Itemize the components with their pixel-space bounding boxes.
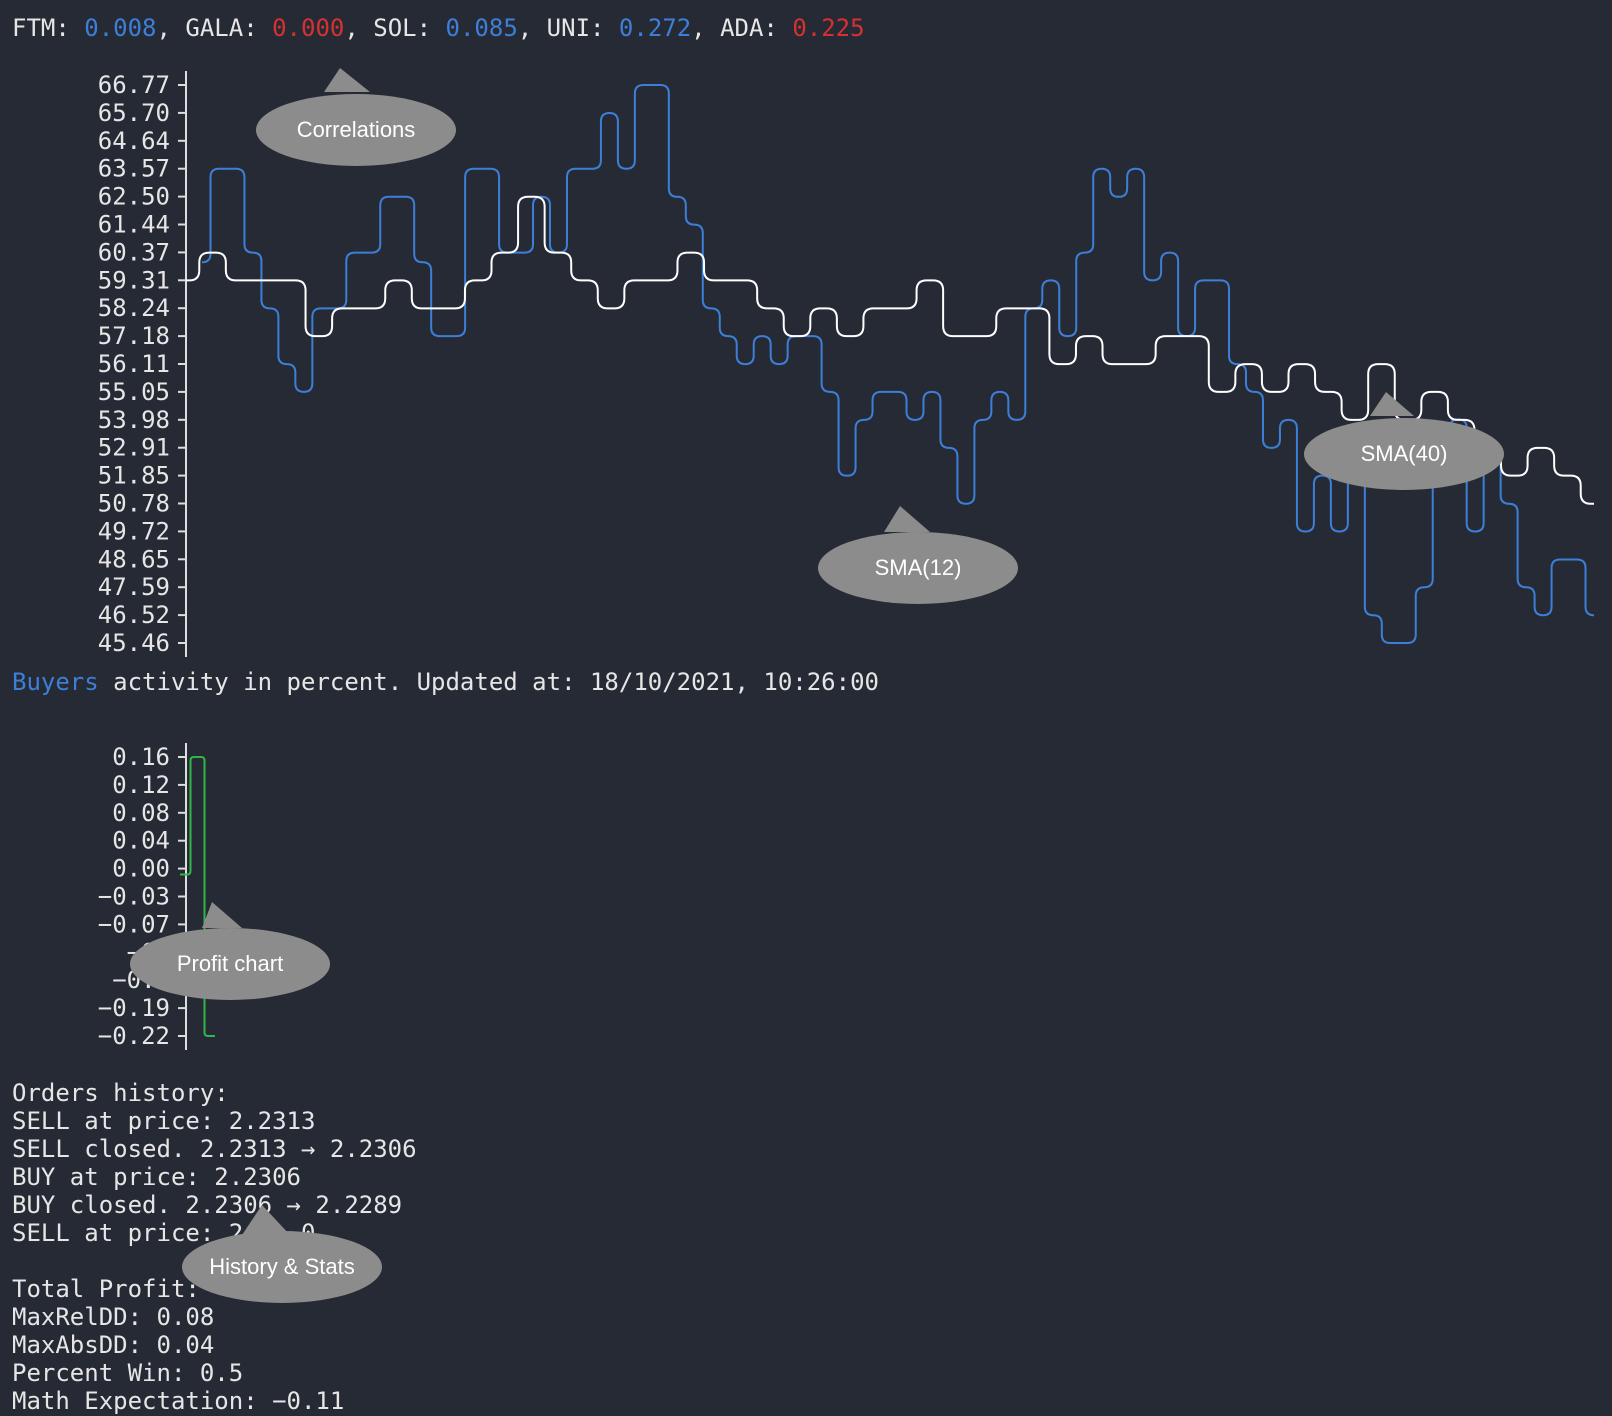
y-tick-label: 47.59 <box>98 573 170 601</box>
y-tick-label: 52.91 <box>98 434 170 462</box>
callout-label: SMA(12) <box>874 555 962 580</box>
y-tick-label: 57.18 <box>98 322 170 350</box>
correlations-callout: Correlations <box>256 68 456 168</box>
terminal-screen: FTM: 0.008, GALA: 0.000, SOL: 0.085, UNI… <box>0 0 1612 1416</box>
y-tick-label: 55.05 <box>98 378 170 406</box>
max-abs-dd: MaxAbsDD: 0.04 <box>12 1331 215 1359</box>
y-tick-label: 0.12 <box>112 771 170 799</box>
y-tick-label: 46.52 <box>98 601 170 629</box>
ticker-symbol: UNI: <box>546 14 619 42</box>
y-tick-label: 60.37 <box>98 238 170 266</box>
y-tick-label: 49.72 <box>98 517 170 545</box>
max-rel-dd: MaxRelDD: 0.08 <box>12 1303 215 1331</box>
ticker-symbol: GALA: <box>185 14 273 42</box>
buyers-activity-text: activity in percent. Updated at: 18/10/2… <box>98 668 879 696</box>
ticker-symbol: ADA: <box>720 14 793 42</box>
y-tick-label: 62.50 <box>98 183 170 211</box>
price-chart: 66.7765.7064.6463.5762.5061.4460.3759.31… <box>98 71 1595 657</box>
y-tick-label: 0.00 <box>112 855 170 883</box>
order-line: SELL closed. 2.2313 → 2.2306 <box>12 1135 417 1163</box>
y-tick-label: 63.57 <box>98 155 170 183</box>
y-tick-label: 48.65 <box>98 545 170 573</box>
ticker-value: 0.225 <box>792 14 865 42</box>
y-tick-label: 59.31 <box>98 266 170 294</box>
y-tick-label: 64.64 <box>98 127 170 155</box>
orders-history-title: Orders history: <box>12 1079 229 1107</box>
buyers-activity-line: Buyers activity in percent. Updated at: … <box>12 668 879 696</box>
callout-label: Profit chart <box>176 951 284 976</box>
correlations-line: FTM: 0.008, GALA: 0.000, SOL: 0.085, UNI… <box>12 14 865 42</box>
y-tick-label: 0.16 <box>112 743 170 771</box>
math-expectation: Math Expectation: −0.11 <box>12 1387 345 1415</box>
y-tick-label: 50.78 <box>98 490 170 518</box>
y-tick-label: 58.24 <box>98 294 170 322</box>
profit-chart: 0.160.120.080.040.00−0.03−0.07−0.−0.1−0.… <box>98 743 215 1050</box>
ticker-value: 0.272 <box>618 14 692 42</box>
ticker-symbol: SOL: <box>373 14 446 42</box>
profit-chart-callout: Profit chart <box>130 902 330 1002</box>
y-tick-label: 61.44 <box>98 211 170 239</box>
buyers-label: Buyers <box>12 668 99 696</box>
ticker-value: 0.008 <box>84 14 157 42</box>
ticker-value: 0.000 <box>272 14 345 42</box>
sma40-callout: SMA(40) <box>1304 392 1504 492</box>
y-tick-label: 0.08 <box>112 799 170 827</box>
total-profit: Total Profit: <box>12 1275 200 1303</box>
order-line: BUY at price: 2.2306 <box>12 1163 301 1191</box>
y-tick-label: 65.70 <box>98 99 170 127</box>
y-tick-label: 0.04 <box>112 827 170 855</box>
y-tick-label: 51.85 <box>98 462 170 490</box>
sma12-callout: SMA(12) <box>818 506 1018 606</box>
ticker-value: 0.085 <box>445 14 518 42</box>
y-tick-label: 66.77 <box>98 71 170 99</box>
ticker-symbol: FTM: <box>12 14 85 42</box>
y-tick-label: 53.98 <box>98 406 170 434</box>
callout-label: Correlations <box>296 117 416 142</box>
order-line: SELL at price: 2.2313 <box>12 1107 316 1135</box>
y-tick-label: −0.22 <box>98 1022 170 1050</box>
y-tick-label: 56.11 <box>98 350 170 378</box>
history-stats-callout: History & Stats <box>182 1205 382 1305</box>
callout-label: SMA(40) <box>1360 441 1448 466</box>
percent-win: Percent Win: 0.5 <box>12 1359 244 1387</box>
y-tick-label: 45.46 <box>98 629 170 657</box>
callout-label: History & Stats <box>209 1254 355 1279</box>
